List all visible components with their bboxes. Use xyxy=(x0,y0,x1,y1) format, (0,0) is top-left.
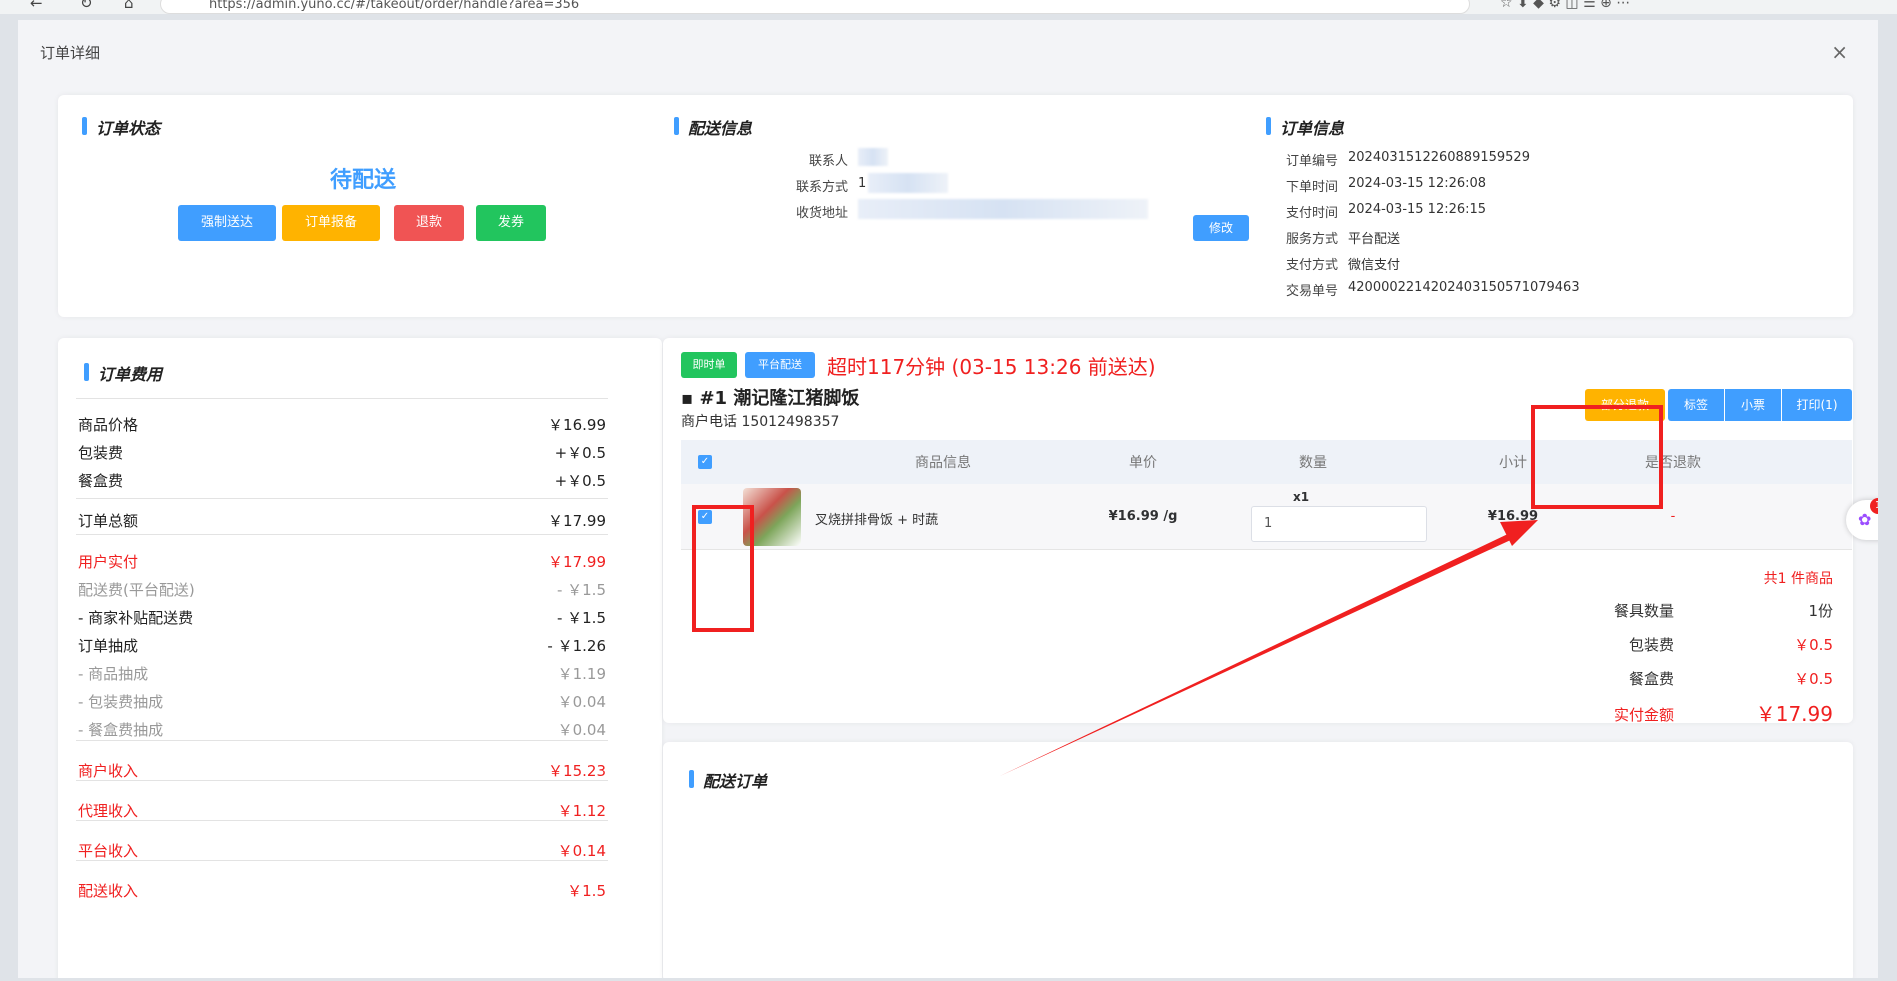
annotation-arrow xyxy=(1000,520,1538,776)
